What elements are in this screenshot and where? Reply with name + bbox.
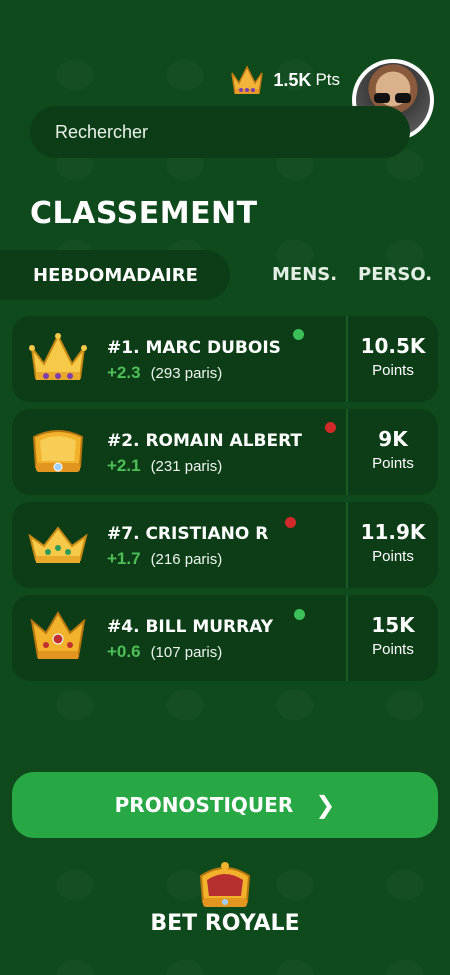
sunglasses-shape <box>374 93 412 103</box>
pronostiquer-label: PRONOSTIQUER <box>114 793 294 817</box>
player-name: #4. BILL MURRAY <box>107 617 274 637</box>
tab-weekly[interactable]: HEBDOMADAIRE <box>0 250 230 300</box>
score-delta: +2.1 <box>107 456 141 475</box>
brand-logo: BET ROYALE <box>0 858 450 936</box>
crown-icon <box>231 65 264 94</box>
bets-count: (107 paris) <box>150 644 223 661</box>
tab-weekly-label: HEBDOMADAIRE <box>33 264 198 286</box>
tab-monthly[interactable]: MENS. <box>272 264 337 285</box>
score-label: Points <box>372 641 414 658</box>
brand-name: BET ROYALE <box>150 911 300 936</box>
status-dot-online <box>294 609 305 620</box>
score-label: Points <box>372 455 414 472</box>
player-name: #1. MARC DUBOIS <box>107 338 281 358</box>
leaderboard-row[interactable]: #2. ROMAIN ALBERT +2.1 (231 paris) 9K Po… <box>12 409 438 495</box>
status-dot-online <box>293 329 304 340</box>
score-value: 9K <box>378 427 408 451</box>
crown-purple-icon <box>29 333 87 380</box>
bets-count: (231 paris) <box>150 458 223 475</box>
points-value: 1.5K <box>273 69 312 90</box>
score-value: 10.5K <box>360 334 426 358</box>
points-unit: Pts <box>315 70 340 89</box>
tab-personal[interactable]: PERSO. <box>358 264 432 285</box>
crown-blue-jewel-icon <box>32 430 84 472</box>
pronostiquer-button[interactable]: PRONOSTIQUER ❯ <box>12 772 438 838</box>
crown-green-jewel-icon <box>28 526 88 563</box>
status-dot-offline <box>285 517 296 528</box>
score-delta: +1.7 <box>107 549 141 568</box>
points-display: 1.5K Pts <box>229 63 340 97</box>
page-title: CLASSEMENT <box>30 196 258 231</box>
search-input[interactable]: Rechercher <box>30 106 410 158</box>
crown-red-jewel-icon <box>30 611 86 659</box>
chevron-right-icon: ❯ <box>315 791 336 819</box>
search-placeholder: Rechercher <box>55 121 149 142</box>
leaderboard-list: #1. MARC DUBOIS +2.3 (293 paris) 10.5K P… <box>12 316 438 688</box>
player-name: #2. ROMAIN ALBERT <box>107 431 303 451</box>
period-tabs: HEBDOMADAIRE MENS. PERSO. <box>0 250 450 302</box>
player-name: #7. CRISTIANO R <box>107 524 269 544</box>
score-label: Points <box>372 362 414 379</box>
bets-count: (293 paris) <box>150 365 223 382</box>
score-label: Points <box>372 548 414 565</box>
leaderboard-row[interactable]: #7. CRISTIANO R +1.7 (216 paris) 11.9K P… <box>12 502 438 588</box>
score-value: 15K <box>371 613 415 637</box>
bets-count: (216 paris) <box>150 551 223 568</box>
status-dot-offline <box>325 422 336 433</box>
crown-logo-icon <box>199 862 251 907</box>
score-delta: +2.3 <box>107 363 141 382</box>
score-delta: +0.6 <box>107 642 141 661</box>
score-value: 11.9K <box>360 520 426 544</box>
leaderboard-row[interactable]: #1. MARC DUBOIS +2.3 (293 paris) 10.5K P… <box>12 316 438 402</box>
leaderboard-row[interactable]: #4. BILL MURRAY +0.6 (107 paris) 15K Poi… <box>12 595 438 681</box>
